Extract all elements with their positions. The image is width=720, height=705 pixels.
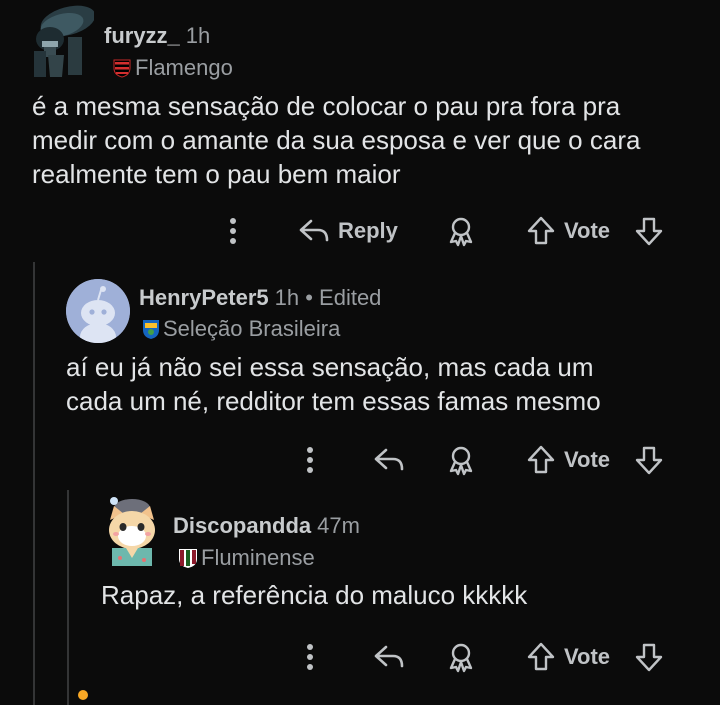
downvote-button[interactable]	[634, 641, 664, 673]
comment-timestamp: 1h	[185, 23, 211, 48]
flair-text: Seleção Brasileira	[163, 316, 341, 341]
upvote-button[interactable]: Vote	[526, 641, 610, 673]
more-options-icon	[307, 447, 313, 473]
reply-arrow-icon	[299, 219, 329, 242]
upvote-arrow-icon	[527, 642, 555, 671]
user-flair: Fluminense	[178, 545, 315, 571]
vote-label: Vote	[564, 447, 611, 472]
downvote-button[interactable]	[634, 215, 664, 247]
comment-thread: furyzz_ 1h Flamengo é a mesma sensação de…	[0, 0, 720, 705]
avatar[interactable]	[102, 494, 162, 570]
cat-avatar-icon	[109, 497, 155, 566]
comment-timestamp: 47m	[317, 513, 360, 538]
reply-button[interactable]	[373, 444, 405, 476]
downvote-arrow-icon	[635, 217, 663, 246]
next-comment-avatar[interactable]	[78, 690, 88, 700]
comment-line: realmente tem o pau bem maior	[32, 159, 401, 189]
comment-discopandda: Discopandda 47m Fluminense Rapaz, a refer…	[0, 490, 720, 705]
comment-line: Rapaz, a referência do maluco kkkkk	[101, 580, 528, 610]
downvote-button[interactable]	[634, 444, 664, 476]
comment-body: aí eu já não sei essa sensação, mas cada…	[66, 350, 601, 418]
downvote-arrow-icon	[635, 446, 663, 475]
vote-label: Vote	[564, 218, 611, 243]
username-text[interactable]: furyzz_	[104, 23, 180, 48]
fluminense-crest-icon	[178, 547, 198, 569]
more-options-button[interactable]	[302, 445, 318, 475]
upvote-arrow-icon	[527, 216, 555, 245]
upvote-arrow-icon	[527, 445, 555, 474]
flair-text: Flamengo	[135, 55, 233, 80]
comment-line: cada um né, redditor tem essas famas mes…	[66, 386, 601, 416]
comment-henrypeter5: HenryPeter5 1h • Edited Seleção Brasileir…	[0, 262, 720, 490]
username-text[interactable]: HenryPeter5	[139, 285, 269, 310]
username-text[interactable]: Discopandda	[173, 513, 311, 538]
reply-button[interactable]	[373, 641, 405, 673]
comment-body: Rapaz, a referência do maluco kkkkk	[101, 578, 527, 612]
more-options-button[interactable]	[225, 216, 241, 246]
award-icon	[449, 217, 473, 247]
reply-label: Reply	[338, 218, 398, 243]
comment-author[interactable]: Discopandda 47m	[173, 513, 360, 539]
snoo-avatar-icon	[66, 279, 130, 343]
comment-timestamp: 1h • Edited	[274, 285, 382, 310]
cbf-crest-icon	[142, 318, 160, 340]
comment-line: é a mesma sensação de colocar o pau pra …	[32, 91, 621, 121]
downvote-arrow-icon	[635, 643, 663, 672]
reply-arrow-icon	[374, 448, 404, 471]
vote-label: Vote	[564, 644, 611, 669]
comment-line: medir com o amante da sua esposa e ver q…	[32, 125, 641, 155]
user-flair: Flamengo	[112, 55, 233, 81]
avatar[interactable]	[28, 3, 94, 77]
reply-arrow-icon	[374, 645, 404, 668]
comment-line: aí eu já não sei essa sensação, mas cada…	[66, 352, 594, 382]
upvote-button[interactable]: Vote	[526, 215, 610, 247]
comment-author[interactable]: furyzz_ 1h	[104, 23, 210, 49]
upvote-button[interactable]: Vote	[526, 444, 610, 476]
award-button[interactable]	[445, 444, 477, 476]
comment-furyzz: furyzz_ 1h Flamengo é a mesma sensação de…	[0, 0, 720, 262]
more-options-button[interactable]	[302, 642, 318, 672]
avatar[interactable]	[66, 279, 130, 343]
reply-button[interactable]: Reply	[298, 215, 398, 247]
award-icon	[449, 446, 473, 476]
more-options-icon	[307, 644, 313, 670]
alien-avatar-icon	[34, 5, 94, 77]
user-flair: Seleção Brasileira	[142, 316, 340, 342]
award-icon	[449, 643, 473, 673]
more-options-icon	[230, 218, 236, 244]
flamengo-crest-icon	[112, 58, 132, 78]
award-button[interactable]	[445, 215, 477, 247]
comment-body: é a mesma sensação de colocar o pau pra …	[32, 89, 640, 191]
award-button[interactable]	[445, 641, 477, 673]
comment-author[interactable]: HenryPeter5 1h • Edited	[139, 285, 381, 311]
flair-text: Fluminense	[201, 545, 315, 570]
